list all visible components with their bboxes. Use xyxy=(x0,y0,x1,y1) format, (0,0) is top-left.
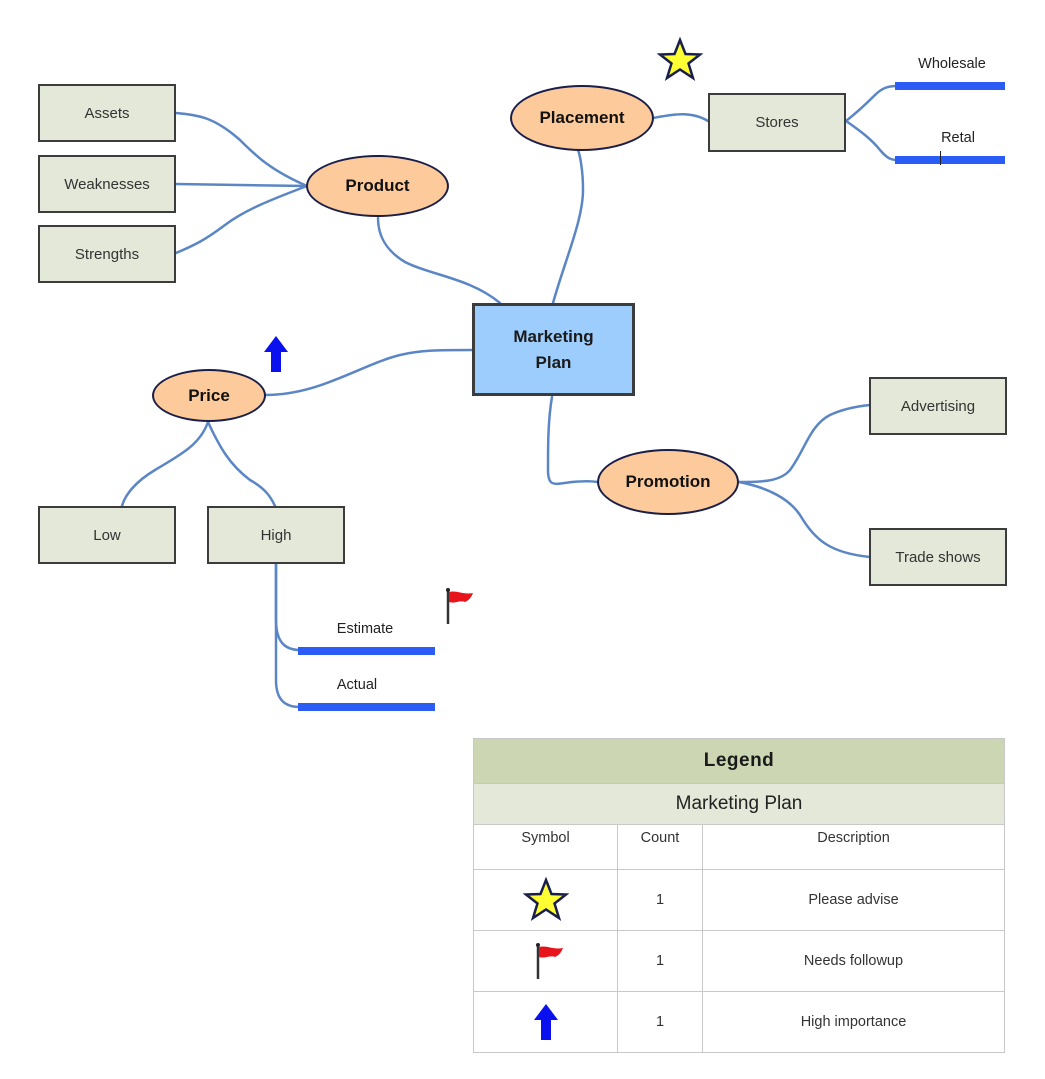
legend-description: Please advise xyxy=(702,869,1005,931)
topic-placement-label: Placement xyxy=(539,108,625,127)
leaf-wholesale-bar[interactable] xyxy=(895,82,1005,90)
connector-high-estimate xyxy=(274,562,302,652)
connector-center-price xyxy=(263,348,474,397)
leaf-actual-label: Actual xyxy=(336,677,378,693)
connector-placement-stores xyxy=(651,113,710,123)
connector-center-promotion xyxy=(546,395,600,486)
leaf-wholesale-label: Wholesale xyxy=(918,56,986,72)
connector-center-product xyxy=(376,216,502,305)
topic-price-label: Price xyxy=(188,385,230,405)
connector-promotion-tradeshows xyxy=(737,480,872,559)
topic-product-label: Product xyxy=(345,176,410,195)
subtopic-stores-label: Stores xyxy=(755,114,799,131)
subtopic-trade-shows[interactable]: Trade shows xyxy=(869,528,1007,586)
connector-price-high xyxy=(206,420,277,508)
legend-symbol-cell xyxy=(473,869,618,931)
subtopic-advertising-label: Advertising xyxy=(900,397,976,415)
connector-high-actual xyxy=(274,562,302,709)
subtopic-strengths-label: Strengths xyxy=(74,245,140,263)
subtopic-assets-label: Assets xyxy=(84,104,130,122)
flag-icon xyxy=(535,943,563,979)
topic-product[interactable]: Product xyxy=(306,155,449,217)
subtopic-assets[interactable]: Assets xyxy=(38,84,176,142)
legend-count: 1 xyxy=(617,869,703,931)
legend-symbol-cell xyxy=(473,930,618,992)
legend-header-symbol: Symbol xyxy=(473,824,618,870)
connector-promotion-advertising xyxy=(737,403,872,484)
connector-center-placement xyxy=(551,148,585,305)
legend-row: 1 Please advise xyxy=(473,869,1005,931)
connector-price-low xyxy=(120,420,210,508)
topic-promotion[interactable]: Promotion xyxy=(597,449,739,515)
legend-title: Legend xyxy=(473,738,1005,784)
legend-symbol-cell xyxy=(473,991,618,1053)
central-topic-line1: Marketing xyxy=(513,326,594,346)
connector-product-assets xyxy=(174,111,309,188)
legend-description: Needs followup xyxy=(702,930,1005,992)
arrow-up-icon xyxy=(533,1004,558,1040)
star-icon xyxy=(522,876,569,921)
arrow-up-icon xyxy=(264,336,288,372)
legend-subtitle: Marketing Plan xyxy=(473,783,1005,825)
legend-header-row: Symbol Count Description xyxy=(473,824,1005,870)
text-cursor xyxy=(940,151,941,165)
leaf-retal-bar[interactable] xyxy=(895,156,1005,164)
topic-placement[interactable]: Placement xyxy=(510,85,654,151)
legend-header-description: Description xyxy=(702,824,1005,870)
star-icon xyxy=(657,37,703,81)
subtopic-high-label: High xyxy=(260,526,292,544)
subtopic-low[interactable]: Low xyxy=(38,506,176,564)
subtopic-low-label: Low xyxy=(93,526,121,544)
leaf-retal-label: Retal xyxy=(941,130,975,146)
leaf-actual-bar[interactable] xyxy=(298,703,435,711)
subtopic-high[interactable]: High xyxy=(207,506,345,564)
flag-icon xyxy=(446,588,473,624)
leaf-estimate-bar[interactable] xyxy=(298,647,435,655)
legend-row: 1 Needs followup xyxy=(473,930,1005,992)
connector-stores-retal xyxy=(844,119,899,162)
central-topic-node[interactable]: Marketing Plan xyxy=(472,303,635,396)
subtopic-advertising[interactable]: Advertising xyxy=(869,377,1007,435)
subtopic-stores[interactable]: Stores xyxy=(708,93,846,152)
legend-row: 1 High importance xyxy=(473,991,1005,1053)
subtopic-weaknesses[interactable]: Weaknesses xyxy=(38,155,176,213)
legend-table: Legend Marketing Plan Symbol Count Descr… xyxy=(473,738,1005,1053)
legend-count: 1 xyxy=(617,930,703,992)
subtopic-strengths[interactable]: Strengths xyxy=(38,225,176,283)
leaf-estimate-label: Estimate xyxy=(336,621,394,637)
connector-product-strengths xyxy=(174,184,309,255)
central-topic-line2: Plan xyxy=(535,352,572,372)
connector-product-weaknesses xyxy=(174,182,309,188)
topic-promotion-label: Promotion xyxy=(625,472,711,491)
subtopic-trade-shows-label: Trade shows xyxy=(895,548,981,566)
legend-header-count: Count xyxy=(617,824,703,870)
legend-count: 1 xyxy=(617,991,703,1053)
subtopic-weaknesses-label: Weaknesses xyxy=(64,175,150,193)
legend-description: High importance xyxy=(702,991,1005,1053)
topic-price[interactable]: Price xyxy=(152,369,266,422)
connector-stores-wholesale xyxy=(844,84,899,123)
